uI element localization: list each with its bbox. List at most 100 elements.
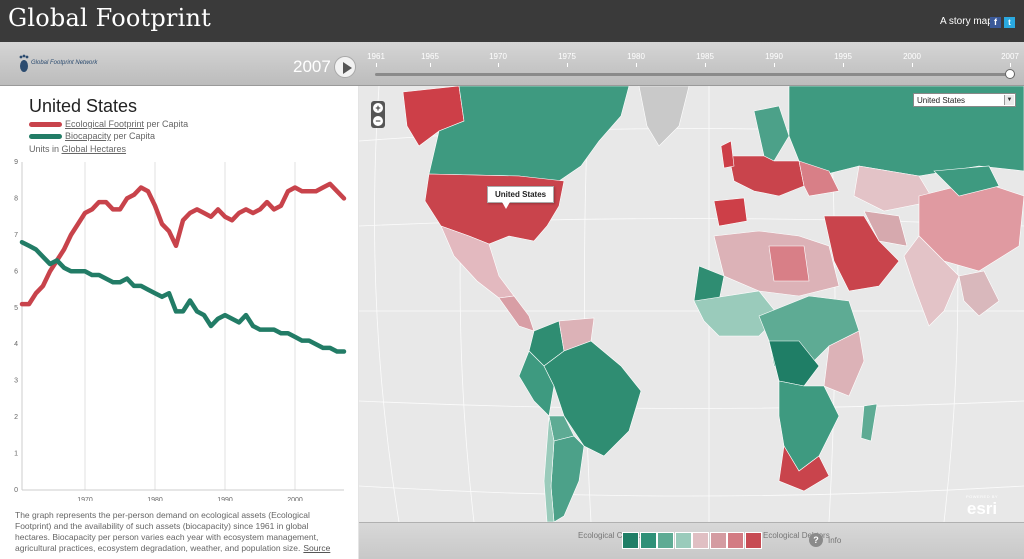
x-tick-label: 2000 xyxy=(287,497,303,501)
country-scandinavia[interactable] xyxy=(753,105,790,162)
timeline-bar: Global Footprint Network 2007 1961 1965 19… xyxy=(0,42,1024,86)
y-tick-label: 5 xyxy=(14,305,18,312)
timeline-tick-mark xyxy=(376,63,377,67)
timeline-tick-mark xyxy=(705,63,706,67)
facebook-icon[interactable]: f xyxy=(990,17,1001,28)
y-tick-label: 8 xyxy=(14,195,18,202)
map-canvas xyxy=(359,86,1024,522)
timeline-year-1970[interactable]: 1970 xyxy=(489,52,507,61)
country-libya[interactable] xyxy=(768,245,810,282)
x-tick-label: 1980 xyxy=(147,497,163,501)
timeline-year-1990[interactable]: 1990 xyxy=(765,52,783,61)
country-select-value: United States xyxy=(917,96,966,105)
biocapacity-suffix: per Capita xyxy=(111,131,156,141)
x-tick-label: 1970 xyxy=(77,497,93,501)
debtors-label: Ecological Debtors xyxy=(763,531,830,540)
legend-swatch-biocapacity xyxy=(29,134,62,139)
app-title: Global Footprint xyxy=(8,4,211,32)
timeline-slider-handle[interactable] xyxy=(1005,69,1015,79)
footprint-chart: 1970 1980 1990 2000 0 1 2 3 4 5 6 7 8 9 xyxy=(14,159,347,501)
description-text: The graph represents the per-person dema… xyxy=(15,510,319,553)
units-prefix: Units in xyxy=(29,144,62,154)
y-tick-label: 4 xyxy=(14,341,18,348)
units-note: Units in Global Hectares xyxy=(29,144,126,154)
map-tooltip: United States xyxy=(487,186,555,209)
timeline-year-1965[interactable]: 1965 xyxy=(421,52,439,61)
timeline-year-1995[interactable]: 1995 xyxy=(834,52,852,61)
zoom-in-button[interactable]: + xyxy=(373,103,383,113)
play-button[interactable] xyxy=(334,56,356,78)
zoom-out-button[interactable]: − xyxy=(373,116,383,126)
play-icon xyxy=(343,62,352,74)
timeline-year-1975[interactable]: 1975 xyxy=(558,52,576,61)
scale-swatch-8 xyxy=(744,532,762,549)
story-map-link[interactable]: A story map xyxy=(940,16,993,27)
country-greenland[interactable] xyxy=(638,86,690,147)
legend-swatch-footprint xyxy=(29,122,62,127)
timeline-tick-mark xyxy=(774,63,775,67)
timeline-year-2007[interactable]: 2007 xyxy=(1001,52,1019,61)
gfn-logo[interactable]: Global Footprint Network xyxy=(18,54,118,76)
info-label[interactable]: Info xyxy=(828,536,841,545)
footprint-line xyxy=(19,181,347,307)
timeline-tick-mark xyxy=(567,63,568,67)
header-bar: Global Footprint A story map f t xyxy=(0,0,1024,42)
y-tick-label: 6 xyxy=(14,268,18,275)
timeline-tick-mark xyxy=(498,63,499,67)
timeline-tick-mark xyxy=(843,63,844,67)
zoom-control: + − xyxy=(371,101,385,128)
twitter-icon[interactable]: t xyxy=(1004,17,1015,28)
country-madagascar[interactable] xyxy=(860,403,878,442)
footprint-suffix: per Capita xyxy=(144,119,189,129)
world-map[interactable] xyxy=(359,86,1024,522)
map-tooltip-label: United States xyxy=(495,190,547,199)
info-icon[interactable]: ? xyxy=(809,533,823,547)
global-hectares-link[interactable]: Global Hectares xyxy=(62,144,127,154)
y-tick-label: 2 xyxy=(14,414,18,421)
esri-wordmark: esri xyxy=(966,499,998,518)
scale-swatch-7 xyxy=(727,532,744,549)
creditors-label: Ecological Creditors xyxy=(578,531,650,540)
footprint-icon xyxy=(19,54,29,72)
scale-swatch-6 xyxy=(709,532,727,549)
scale-swatch-5 xyxy=(692,532,709,549)
country-argentina[interactable] xyxy=(550,435,585,522)
timeline-year-1985[interactable]: 1985 xyxy=(696,52,714,61)
timeline-slider[interactable] xyxy=(375,73,1015,76)
country-mauritania[interactable] xyxy=(693,265,725,302)
scale-swatch-1 xyxy=(622,532,639,549)
tooltip-pointer xyxy=(502,202,510,209)
country-central-america[interactable] xyxy=(498,295,535,332)
esri-logo[interactable]: POWERED BY esri xyxy=(960,494,1004,518)
timeline-tick-mark xyxy=(430,63,431,67)
y-tick-label: 3 xyxy=(14,378,18,385)
country-western-europe[interactable] xyxy=(728,155,805,197)
country-title: United States xyxy=(29,96,138,116)
chevron-down-icon[interactable]: ▼ xyxy=(1004,95,1014,105)
scale-swatch-3 xyxy=(657,532,674,549)
y-tick-label: 7 xyxy=(14,232,18,239)
y-tick-label: 9 xyxy=(14,159,18,166)
timeline-year-1961[interactable]: 1961 xyxy=(367,52,385,61)
country-se-asia[interactable] xyxy=(958,270,1000,317)
biocapacity-link[interactable]: Biocapacity xyxy=(65,131,111,141)
footprint-link[interactable]: Ecological Footprint xyxy=(65,119,144,129)
country-iberia[interactable] xyxy=(713,197,748,227)
country-uk[interactable] xyxy=(720,140,735,169)
scale-swatch-2 xyxy=(639,532,657,549)
app-root: Global Footprint A story map f t Global … xyxy=(0,0,1024,559)
logo-text: Global Footprint Network xyxy=(31,60,98,66)
current-year: 2007 xyxy=(293,57,331,76)
country-panel: United States Ecological Footprint per C… xyxy=(0,86,358,559)
y-tick-label: 1 xyxy=(14,451,18,458)
biocapacity-line xyxy=(19,239,347,354)
timeline-year-1980[interactable]: 1980 xyxy=(627,52,645,61)
chart-description: The graph represents the per-person dema… xyxy=(15,510,345,554)
x-tick-label: 1990 xyxy=(217,497,233,501)
timeline-tick-mark xyxy=(912,63,913,67)
scale-swatch-4 xyxy=(674,532,692,549)
timeline-tick-mark xyxy=(636,63,637,67)
source-link[interactable]: Source xyxy=(303,543,330,553)
country-select[interactable]: United States ▼ xyxy=(913,93,1016,107)
timeline-year-2000[interactable]: 2000 xyxy=(903,52,921,61)
